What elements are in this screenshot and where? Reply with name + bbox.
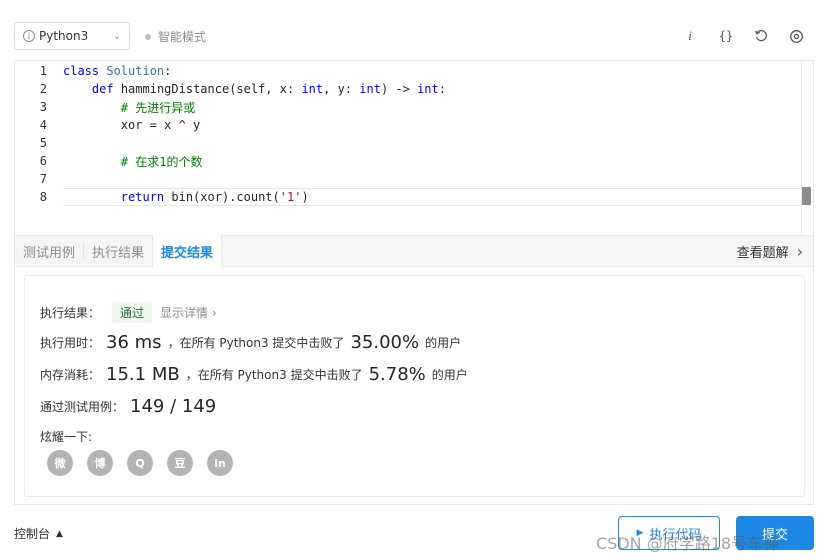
share-label: 炫耀一下: xyxy=(40,430,93,444)
memory-row: 内存消耗： 15.1 MB ，在所有 Python3 提交中击败了 5.78% … xyxy=(40,364,468,385)
line-number: 6 xyxy=(39,154,47,168)
share-label-row: 炫耀一下: xyxy=(40,428,92,445)
view-solution-label: 查看题解 xyxy=(736,245,789,261)
runtime-desc: ，在所有 Python3 提交中击败了 xyxy=(167,336,345,350)
caret-up-icon: ▲ xyxy=(56,528,63,539)
result-panel: 执行结果： 通过 显示详情 › 执行用时： 36 ms ，在所有 Python3… xyxy=(14,267,814,505)
result-tabs: 测试用例 执行结果 提交结果 查看题解 › xyxy=(14,235,814,267)
code-token: xor = x ^ y xyxy=(63,118,201,132)
editor-scroll-thumb[interactable] xyxy=(802,187,811,205)
code-text: xor = x ^ y xyxy=(63,118,200,132)
braces-icon[interactable]: {} xyxy=(716,26,736,46)
code-text: class Solution: xyxy=(63,64,171,78)
testcases-row: 通过测试用例： 149 / 149 xyxy=(40,396,222,417)
settings-icon[interactable] xyxy=(786,26,806,46)
code-token: def xyxy=(91,82,114,96)
memory-value: 15.1 MB xyxy=(106,364,180,385)
memory-percentile: 5.78% xyxy=(368,364,426,385)
line-number: 4 xyxy=(39,118,47,132)
reset-icon[interactable] xyxy=(751,26,771,46)
line-number: 1 xyxy=(39,64,47,78)
console-label: 控制台 xyxy=(14,527,51,541)
status-badge: 通过 xyxy=(112,302,153,323)
share-buttons: 微博 Q 豆 in xyxy=(47,450,247,476)
linkedin-icon[interactable]: in xyxy=(207,450,233,476)
qq-icon[interactable]: Q xyxy=(127,450,153,476)
code-token: # 在求1的个数 xyxy=(120,154,203,169)
smart-mode-label: 智能模式 xyxy=(158,30,207,44)
code-token: : xyxy=(438,82,446,96)
language-select[interactable]: i Python3 ⌄ xyxy=(14,22,130,50)
code-line[interactable]: 3 # 先进行异或 xyxy=(15,98,801,116)
tab-testcase[interactable]: 测试用例 xyxy=(15,235,83,267)
runtime-tail: 的用户 xyxy=(425,336,462,350)
code-token: hammingDistance(self, x: xyxy=(113,82,302,96)
code-line[interactable]: 6 # 在求1的个数 xyxy=(15,152,801,170)
weibo-icon[interactable]: 博 xyxy=(87,450,113,476)
runtime-value: 36 ms xyxy=(106,332,162,353)
info-italic-icon[interactable]: i xyxy=(680,26,700,46)
code-token: ) -> xyxy=(380,82,418,96)
line-number: 2 xyxy=(39,82,47,96)
show-details-label: 显示详情 xyxy=(160,306,209,320)
editor-toolbar: i Python3 ⌄ 智能模式 i {} xyxy=(0,0,826,60)
memory-tail: 的用户 xyxy=(431,368,468,382)
code-text: # 在求1的个数 xyxy=(63,153,203,170)
show-details-link[interactable]: 显示详情 › xyxy=(160,304,217,321)
code-text: # 先进行异或 xyxy=(63,99,195,116)
line-number: 7 xyxy=(39,172,47,186)
line-number: 5 xyxy=(39,136,47,150)
code-line[interactable]: 4 xor = x ^ y xyxy=(15,116,801,134)
chevron-down-icon: ⌄ xyxy=(112,30,121,42)
douban-icon[interactable]: 豆 xyxy=(167,450,193,476)
code-editor[interactable]: 1 class Solution: 2 def hammingDistance(se… xyxy=(14,60,814,236)
code-token: int xyxy=(359,82,381,96)
code-token: int xyxy=(301,82,324,96)
code-text: def hammingDistance(self, x: int, y: int… xyxy=(63,82,446,96)
testcases-value: 149 / 149 xyxy=(130,396,217,417)
line-number: 3 xyxy=(39,100,47,114)
status-row: 执行结果： 通过 显示详情 › xyxy=(40,302,217,323)
code-token: int xyxy=(417,82,439,96)
tab-submit-result[interactable]: 提交结果 xyxy=(152,235,223,267)
view-solution-link[interactable]: 查看题解 › xyxy=(737,242,803,261)
status-label: 执行结果： xyxy=(40,306,101,320)
info-circle-icon: i xyxy=(23,30,35,42)
active-line-highlight xyxy=(63,188,801,206)
csdn-watermark: CSDN @府学路18号车神 xyxy=(596,534,780,553)
tab-run-result[interactable]: 执行结果 xyxy=(84,235,152,267)
code-token: Solution xyxy=(99,64,165,78)
runtime-percentile: 35.00% xyxy=(350,332,420,353)
memory-label: 内存消耗： xyxy=(40,368,101,382)
mode-dot-icon xyxy=(145,33,151,40)
wechat-icon[interactable]: 微 xyxy=(47,450,73,476)
line-number: 8 xyxy=(39,190,47,204)
runtime-row: 执行用时： 36 ms ，在所有 Python3 提交中击败了 35.00% 的… xyxy=(40,332,461,353)
runtime-label: 执行用时： xyxy=(40,336,101,350)
memory-desc: ，在所有 Python3 提交中击败了 xyxy=(185,368,363,382)
editor-scrollbar[interactable] xyxy=(801,61,813,236)
console-toggle[interactable]: 控制台 ▲ xyxy=(14,525,63,542)
code-token: class xyxy=(63,64,100,78)
code-line[interactable]: 5 xyxy=(15,134,801,152)
code-line[interactable]: 7 xyxy=(15,170,801,188)
code-line[interactable]: 2 def hammingDistance(self, x: int, y: i… xyxy=(15,80,801,98)
code-token: : xyxy=(164,64,172,78)
submission-result-card: 执行结果： 通过 显示详情 › 执行用时： 36 ms ，在所有 Python3… xyxy=(24,275,805,497)
code-token: # 先进行异或 xyxy=(120,100,196,115)
language-select-value: Python3 xyxy=(39,29,89,43)
code-token: , y: xyxy=(323,82,360,96)
smart-mode-toggle[interactable]: 智能模式 xyxy=(145,28,206,45)
code-line[interactable]: 1 class Solution: xyxy=(15,62,801,80)
chevron-right-icon: › xyxy=(796,241,803,261)
testcases-label: 通过测试用例： xyxy=(40,400,125,414)
